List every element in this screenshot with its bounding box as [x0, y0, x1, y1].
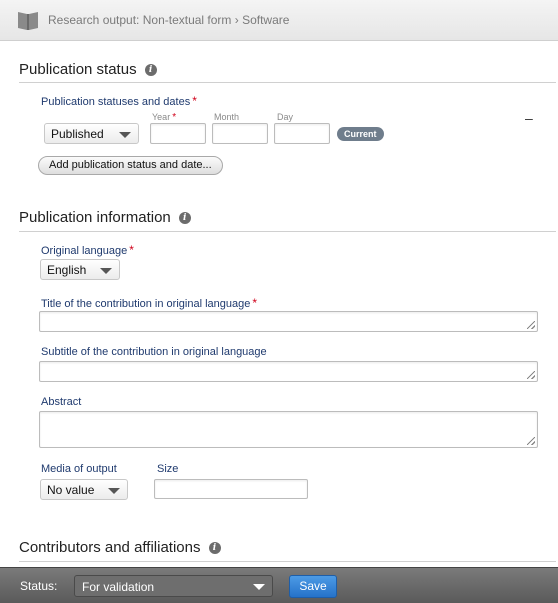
resize-grip-icon[interactable]	[527, 437, 535, 445]
year-input[interactable]	[150, 123, 206, 144]
day-input[interactable]	[274, 123, 330, 144]
media-of-output-label: Media of output	[41, 463, 117, 475]
resize-grip-icon[interactable]	[527, 371, 535, 379]
subtitle-original-label: Subtitle of the contribution in original…	[41, 346, 267, 358]
info-icon[interactable]: i	[208, 541, 221, 554]
section-divider	[19, 231, 556, 232]
size-input[interactable]	[154, 479, 308, 499]
chevron-down-icon	[253, 584, 265, 590]
section-divider	[19, 82, 556, 83]
breadcrumb: Research output: Non-textual form › Soft…	[48, 13, 290, 27]
section-heading: Publication status	[19, 61, 137, 78]
chevron-down-icon	[119, 132, 131, 138]
publication-statuses-label: Publication statuses and dates *	[41, 94, 197, 108]
section-title-publication-status: Publication status i	[19, 61, 157, 78]
label-text: Year	[152, 112, 171, 122]
original-language-label: Original language *	[41, 243, 134, 257]
section-title-publication-information: Publication information i	[19, 209, 191, 226]
save-button[interactable]: Save	[289, 575, 337, 598]
page-header: Research output: Non-textual form › Soft…	[0, 0, 558, 41]
current-badge: Current	[337, 127, 384, 141]
status-label: Status:	[20, 579, 58, 593]
publication-status-select[interactable]: Published	[44, 123, 139, 144]
month-label: Month	[214, 112, 240, 122]
title-original-label: Title of the contribution in original la…	[41, 296, 257, 310]
section-title-contributors: Contributors and affiliations i	[19, 539, 221, 556]
resize-grip-icon[interactable]	[527, 321, 535, 329]
info-icon[interactable]: i	[144, 63, 157, 76]
chevron-down-icon	[108, 488, 120, 494]
day-label: Day	[277, 112, 294, 122]
status-footer-bar: Status: For validation Save	[0, 567, 558, 603]
label-text: Title of the contribution in original la…	[41, 298, 251, 310]
book-icon	[18, 12, 38, 30]
label-text: Original language	[41, 245, 128, 257]
original-language-select[interactable]: English	[40, 259, 120, 280]
status-select[interactable]: For validation	[74, 575, 273, 597]
chevron-down-icon	[100, 268, 112, 274]
required-asterisk-icon: *	[192, 94, 197, 108]
abstract-textarea[interactable]	[39, 411, 538, 448]
required-asterisk-icon: *	[129, 243, 134, 257]
section-heading: Contributors and affiliations	[19, 539, 201, 556]
section-divider	[19, 561, 556, 562]
subtitle-original-textarea[interactable]	[39, 361, 538, 382]
abstract-label: Abstract	[41, 396, 82, 408]
info-icon[interactable]: i	[178, 211, 191, 224]
select-value: For validation	[82, 580, 155, 594]
media-of-output-select[interactable]: No value	[40, 479, 128, 500]
year-label: Year *	[152, 112, 176, 123]
label-text: Publication statuses and dates	[41, 96, 191, 108]
required-asterisk-icon: *	[172, 112, 177, 123]
section-heading: Publication information	[19, 209, 171, 226]
select-value: English	[47, 263, 87, 277]
select-value: No value	[47, 483, 95, 497]
required-asterisk-icon: *	[252, 296, 258, 310]
title-original-textarea[interactable]	[39, 311, 538, 332]
add-publication-status-button[interactable]: Add publication status and date...	[38, 156, 223, 175]
size-label: Size	[157, 463, 179, 475]
select-value: Published	[51, 127, 104, 141]
remove-status-button[interactable]: –	[525, 110, 533, 126]
month-input[interactable]	[212, 123, 268, 144]
